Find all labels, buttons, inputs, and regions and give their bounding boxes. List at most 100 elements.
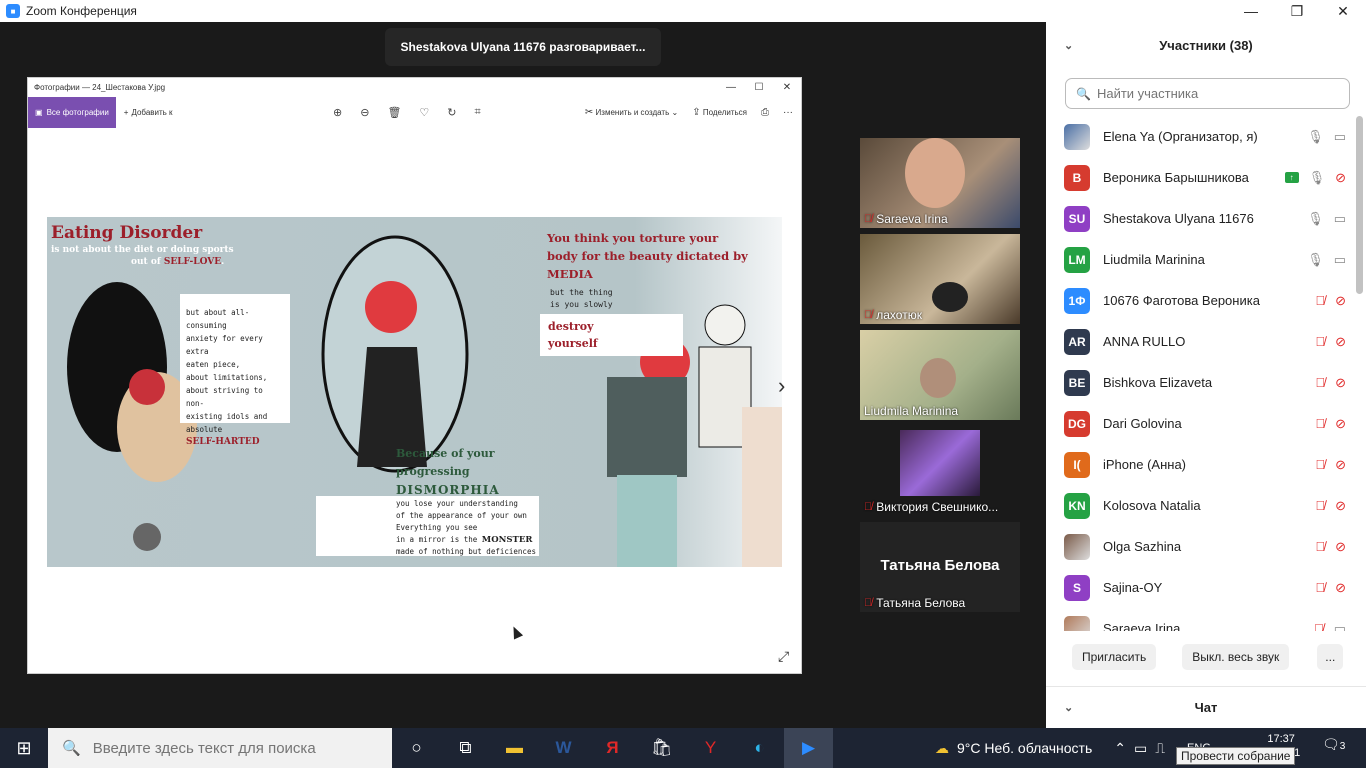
camera-icon[interactable]: ▭: [1334, 252, 1346, 268]
tray-app-icon[interactable]: ▭: [1134, 740, 1147, 757]
share-button[interactable]: ⇪ Поделиться: [692, 107, 747, 118]
camera-off-icon[interactable]: ⊘: [1335, 293, 1346, 309]
tile-name-label: Татьяна Белова: [876, 596, 966, 610]
participant-search[interactable]: 🔍: [1065, 78, 1350, 109]
edit-create-button[interactable]: ✂ Изменить и создать ⌄: [585, 107, 678, 118]
participant-row[interactable]: Saraeva Irina 🎙̸ ▭: [1046, 608, 1354, 631]
cortana-icon[interactable]: ○: [392, 728, 441, 768]
mic-icon[interactable]: 🎙: [1309, 170, 1326, 186]
mic-muted-icon[interactable]: 🎙̸: [1314, 621, 1324, 631]
participant-row[interactable]: 1Ф 10676 Фаготова Вероника 🎙̸ ⊘: [1046, 280, 1354, 321]
heart-icon[interactable]: ♡: [419, 106, 429, 119]
weather-text[interactable]: 9°C Неб. облачность: [957, 740, 1092, 756]
edge-icon[interactable]: ◐: [735, 728, 784, 768]
participant-row[interactable]: AR ANNA RULLO 🎙̸ ⊘: [1046, 321, 1354, 362]
taskbar-search[interactable]: 🔍: [48, 728, 392, 768]
minimize-icon[interactable]: —: [1228, 0, 1274, 22]
video-tile[interactable]: 🎙̸ лахотюк: [860, 234, 1020, 324]
camera-off-icon[interactable]: ⊘: [1335, 498, 1346, 514]
zoom-in-icon[interactable]: ⊕: [333, 106, 342, 119]
windows-start-icon[interactable]: ⊞: [0, 738, 48, 759]
camera-off-icon[interactable]: ⊘: [1335, 580, 1346, 596]
participant-row[interactable]: В Вероника Барышникова ↑ 🎙 ⊘: [1046, 157, 1354, 198]
taskbar-search-input[interactable]: [92, 739, 373, 757]
mic-muted-icon[interactable]: 🎙̸: [1315, 498, 1325, 513]
participant-list: Elena Ya (Организатор, я) 🎙 ▭ В Вероника Бар…: [1046, 116, 1354, 631]
video-tile[interactable]: 🎙̸ Saraeva Irina: [860, 138, 1020, 228]
camera-off-icon[interactable]: ⊘: [1335, 457, 1346, 473]
media-line: You think you torture your: [547, 231, 719, 245]
weather-icon[interactable]: ☁: [935, 740, 949, 757]
file-explorer-icon[interactable]: ▬: [490, 728, 539, 768]
participant-row[interactable]: Elena Ya (Организатор, я) 🎙 ▭: [1046, 116, 1354, 157]
maximize-icon[interactable]: ❐: [1274, 0, 1320, 22]
participant-row[interactable]: BE Bishkova Elizaveta 🎙̸ ⊘: [1046, 362, 1354, 403]
tray-chevron-icon[interactable]: ⌃: [1114, 740, 1126, 757]
crop-icon[interactable]: ⌗: [475, 106, 481, 119]
invite-button[interactable]: Пригласить: [1072, 644, 1157, 670]
poster-line1: is not about the diet or doing sports: [51, 245, 234, 255]
close-icon[interactable]: ✕: [1320, 0, 1366, 22]
mic-icon[interactable]: 🎙: [1307, 252, 1324, 268]
participant-row[interactable]: SU Shestakova Ulyana 11676 🎙 ▭: [1046, 198, 1354, 239]
monster-line: you lose your understanding: [396, 499, 518, 508]
mic-muted-icon[interactable]: 🎙̸: [1315, 293, 1325, 308]
word-icon[interactable]: W: [539, 728, 588, 768]
share-screen-icon: ↑: [1284, 172, 1299, 183]
camera-off-icon[interactable]: ⊘: [1335, 375, 1346, 391]
chat-chevron-icon[interactable]: ⌄: [1064, 701, 1073, 714]
participant-row[interactable]: Olga Sazhina 🎙̸ ⊘: [1046, 526, 1354, 567]
delete-icon[interactable]: 🗑: [387, 106, 401, 119]
print-icon[interactable]: ⎙: [761, 107, 769, 118]
all-photos-button[interactable]: ▣ Все фотографии: [28, 97, 116, 128]
camera-off-icon[interactable]: ⊘: [1335, 170, 1346, 186]
zoom-out-icon[interactable]: ⊖: [360, 106, 369, 119]
next-photo-icon[interactable]: ›: [778, 373, 785, 399]
window-controls: — ❐ ✕: [1228, 0, 1366, 22]
participant-row[interactable]: LM Liudmila Marinina 🎙 ▭: [1046, 239, 1354, 280]
yandex-icon[interactable]: Я: [588, 728, 637, 768]
mic-icon[interactable]: 🎙: [1307, 129, 1324, 145]
add-to-button[interactable]: + Добавить к: [124, 108, 173, 117]
mic-muted-icon[interactable]: 🎙̸: [1315, 580, 1325, 595]
mic-muted-icon: 🎙̸: [864, 597, 873, 609]
rotate-icon[interactable]: ↻: [447, 106, 456, 119]
zoom-taskbar-icon[interactable]: ▶: [784, 728, 833, 768]
chat-header[interactable]: ⌄ Чат: [1046, 686, 1366, 728]
collapse-chevron-icon[interactable]: ⌄: [1064, 39, 1073, 52]
more-icon[interactable]: ···: [783, 107, 793, 118]
mic-muted-icon[interactable]: 🎙̸: [1315, 375, 1325, 390]
participant-row[interactable]: S Sajina-OY 🎙̸ ⊘: [1046, 567, 1354, 608]
camera-off-icon[interactable]: ⊘: [1335, 416, 1346, 432]
video-tile[interactable]: 🎙̸ Виктория Свешнико...: [860, 426, 1020, 516]
network-icon[interactable]: ⎍: [1155, 740, 1165, 757]
camera-icon[interactable]: ▭: [1334, 211, 1346, 227]
participant-row[interactable]: I(iPhone (Анна) 🎙̸ ⊘: [1046, 444, 1354, 485]
more-options-button[interactable]: ...: [1317, 644, 1344, 670]
notification-icon[interactable]: 🗨3: [1322, 736, 1345, 753]
participant-row[interactable]: KN Kolosova Natalia 🎙̸ ⊘: [1046, 485, 1354, 526]
camera-off-icon[interactable]: ⊘: [1335, 334, 1346, 350]
avatar: [1064, 123, 1090, 150]
video-tile[interactable]: Татьяна Белова 🎙̸ Татьяна Белова: [860, 522, 1020, 612]
mic-muted-icon[interactable]: 🎙̸: [1315, 416, 1325, 431]
participant-search-input[interactable]: [1096, 86, 1337, 101]
store-icon[interactable]: 🛍: [637, 728, 686, 768]
video-tile[interactable]: Liudmila Marinina: [860, 330, 1020, 420]
fullscreen-icon[interactable]: ⤢: [778, 648, 789, 665]
yandex-browser-icon[interactable]: Y: [686, 728, 735, 768]
mic-icon[interactable]: 🎙: [1307, 211, 1324, 227]
mic-muted-icon[interactable]: 🎙̸: [1315, 539, 1325, 554]
camera-icon[interactable]: ▭: [1334, 621, 1346, 632]
mic-muted-icon[interactable]: 🎙̸: [1315, 334, 1325, 349]
photos-maximize-icon[interactable]: ☐: [745, 78, 773, 97]
photos-close-icon[interactable]: ✕: [773, 78, 801, 97]
camera-off-icon[interactable]: ⊘: [1335, 539, 1346, 555]
participant-scrollbar[interactable]: [1356, 116, 1363, 294]
task-view-icon[interactable]: ⧉: [441, 728, 490, 768]
camera-icon[interactable]: ▭: [1334, 129, 1346, 145]
mic-muted-icon[interactable]: 🎙̸: [1315, 457, 1325, 472]
photos-minimize-icon[interactable]: —: [717, 78, 745, 97]
mute-all-button[interactable]: Выкл. весь звук: [1182, 644, 1290, 670]
participant-row[interactable]: DG Dari Golovina 🎙̸ ⊘: [1046, 403, 1354, 444]
